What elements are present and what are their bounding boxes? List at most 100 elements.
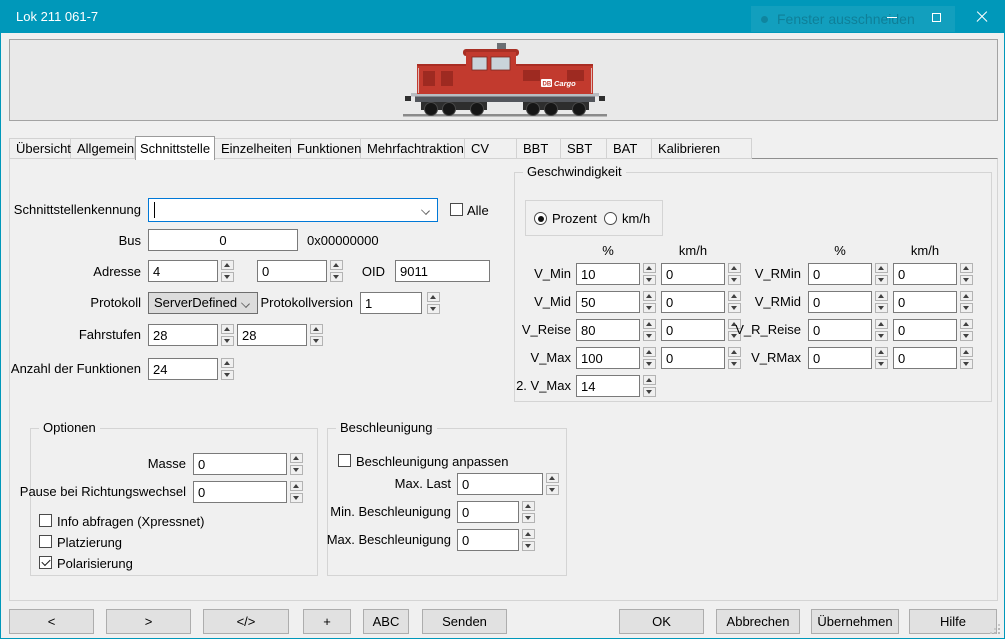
spin-up-icon[interactable] (875, 263, 888, 273)
min-besch-spinner[interactable] (522, 501, 535, 523)
spin-down-icon[interactable] (728, 303, 741, 313)
tab-schnittstelle[interactable]: Schnittstelle (135, 136, 215, 160)
platzierung-checkbox[interactable] (39, 535, 52, 548)
max-last-input[interactable] (457, 473, 543, 495)
vmid-percent-spinner[interactable] (643, 291, 656, 313)
vmax2-percent-input[interactable] (576, 375, 640, 397)
spin-down-icon[interactable] (221, 272, 234, 282)
vmid-percent-input[interactable] (576, 291, 640, 313)
spin-up-icon[interactable] (221, 260, 234, 270)
funktionen-spinner[interactable] (221, 358, 234, 380)
fahrstufen-spinner-2[interactable] (310, 324, 323, 346)
spin-up-icon[interactable] (522, 529, 535, 539)
spin-up-icon[interactable] (875, 347, 888, 357)
spin-up-icon[interactable] (728, 263, 741, 273)
kennung-combobox[interactable] (148, 198, 438, 222)
vmin-percent-input[interactable] (576, 263, 640, 285)
prev-button[interactable]: < (9, 609, 94, 634)
spin-up-icon[interactable] (960, 291, 973, 301)
spin-down-icon[interactable] (960, 331, 973, 341)
spin-up-icon[interactable] (330, 260, 343, 270)
spin-down-icon[interactable] (728, 359, 741, 369)
spin-up-icon[interactable] (728, 291, 741, 301)
protokollversion-input[interactable] (360, 292, 422, 314)
vreise-percent-input[interactable] (576, 319, 640, 341)
protokollversion-spinner[interactable] (427, 292, 440, 314)
protokoll-dropdown[interactable]: ServerDefined (148, 292, 258, 314)
fahrstufen-input-1[interactable] (148, 324, 218, 346)
vrreise-percent-input[interactable] (808, 319, 872, 341)
funktionen-input[interactable] (148, 358, 218, 380)
pause-spinner[interactable] (290, 481, 303, 503)
max-last-spinner[interactable] (546, 473, 559, 495)
vrmin-kmh-input[interactable] (893, 263, 957, 285)
vrmid-percent-input[interactable] (808, 291, 872, 313)
max-besch-spinner[interactable] (522, 529, 535, 551)
prozent-radio[interactable] (534, 212, 547, 225)
abc-button[interactable]: ABC (363, 609, 409, 634)
close-button[interactable] (959, 1, 1004, 33)
spin-down-icon[interactable] (643, 303, 656, 313)
fahrstufen-input-2[interactable] (237, 324, 307, 346)
vrmax-kmh-spinner[interactable] (960, 347, 973, 369)
polarisierung-checkbox[interactable] (39, 556, 52, 569)
spin-up-icon[interactable] (221, 358, 234, 368)
spin-down-icon[interactable] (290, 465, 303, 475)
tab-einzelheiten[interactable]: Einzelheiten (215, 138, 291, 159)
spin-down-icon[interactable] (330, 272, 343, 282)
vrmax-kmh-input[interactable] (893, 347, 957, 369)
vrmax-percent-spinner[interactable] (875, 347, 888, 369)
spin-down-icon[interactable] (728, 275, 741, 285)
spin-down-icon[interactable] (221, 336, 234, 346)
masse-input[interactable] (193, 453, 287, 475)
plus-button[interactable]: + (303, 609, 351, 634)
spin-up-icon[interactable] (221, 324, 234, 334)
spin-up-icon[interactable] (728, 347, 741, 357)
adresse-spinner-1[interactable] (221, 260, 234, 282)
spin-up-icon[interactable] (290, 453, 303, 463)
spin-down-icon[interactable] (310, 336, 323, 346)
tab-sbt[interactable]: SBT (561, 138, 607, 159)
spin-down-icon[interactable] (875, 275, 888, 285)
next-button[interactable]: > (106, 609, 191, 634)
spin-down-icon[interactable] (290, 493, 303, 503)
spin-up-icon[interactable] (875, 319, 888, 329)
vmax2-percent-spinner[interactable] (643, 375, 656, 397)
chevron-down-icon[interactable] (421, 206, 430, 215)
vreise-percent-spinner[interactable] (643, 319, 656, 341)
spin-up-icon[interactable] (728, 319, 741, 329)
vrreise-kmh-spinner[interactable] (960, 319, 973, 341)
abbrechen-button[interactable]: Abbrechen (716, 609, 800, 634)
spin-up-icon[interactable] (643, 347, 656, 357)
vrmax-percent-input[interactable] (808, 347, 872, 369)
bus-input[interactable] (148, 229, 298, 251)
spin-down-icon[interactable] (875, 359, 888, 369)
spin-up-icon[interactable] (643, 263, 656, 273)
tab-bbt[interactable]: BBT (517, 138, 561, 159)
vreise-kmh-input[interactable] (661, 319, 725, 341)
spin-down-icon[interactable] (522, 513, 535, 523)
spin-up-icon[interactable] (960, 347, 973, 357)
vmax-percent-input[interactable] (576, 347, 640, 369)
pause-input[interactable] (193, 481, 287, 503)
spin-down-icon[interactable] (643, 359, 656, 369)
min-besch-input[interactable] (457, 501, 519, 523)
max-besch-input[interactable] (457, 529, 519, 551)
vmid-kmh-spinner[interactable] (728, 291, 741, 313)
spin-up-icon[interactable] (960, 263, 973, 273)
tab-mehrfachtraktion[interactable]: Mehrfachtraktion (361, 138, 465, 159)
ok-button[interactable]: OK (619, 609, 704, 634)
tab-kalibrieren[interactable]: Kalibrieren (652, 138, 752, 159)
code-button[interactable]: </> (203, 609, 289, 634)
tab-bat[interactable]: BAT (607, 138, 652, 159)
vreise-kmh-spinner[interactable] (728, 319, 741, 341)
spin-up-icon[interactable] (643, 375, 656, 385)
vrreise-kmh-input[interactable] (893, 319, 957, 341)
spin-up-icon[interactable] (643, 319, 656, 329)
spin-down-icon[interactable] (546, 485, 559, 495)
spin-down-icon[interactable] (221, 370, 234, 380)
spin-up-icon[interactable] (643, 291, 656, 301)
vmin-kmh-input[interactable] (661, 263, 725, 285)
spin-up-icon[interactable] (960, 319, 973, 329)
adresse-spinner-2[interactable] (330, 260, 343, 282)
